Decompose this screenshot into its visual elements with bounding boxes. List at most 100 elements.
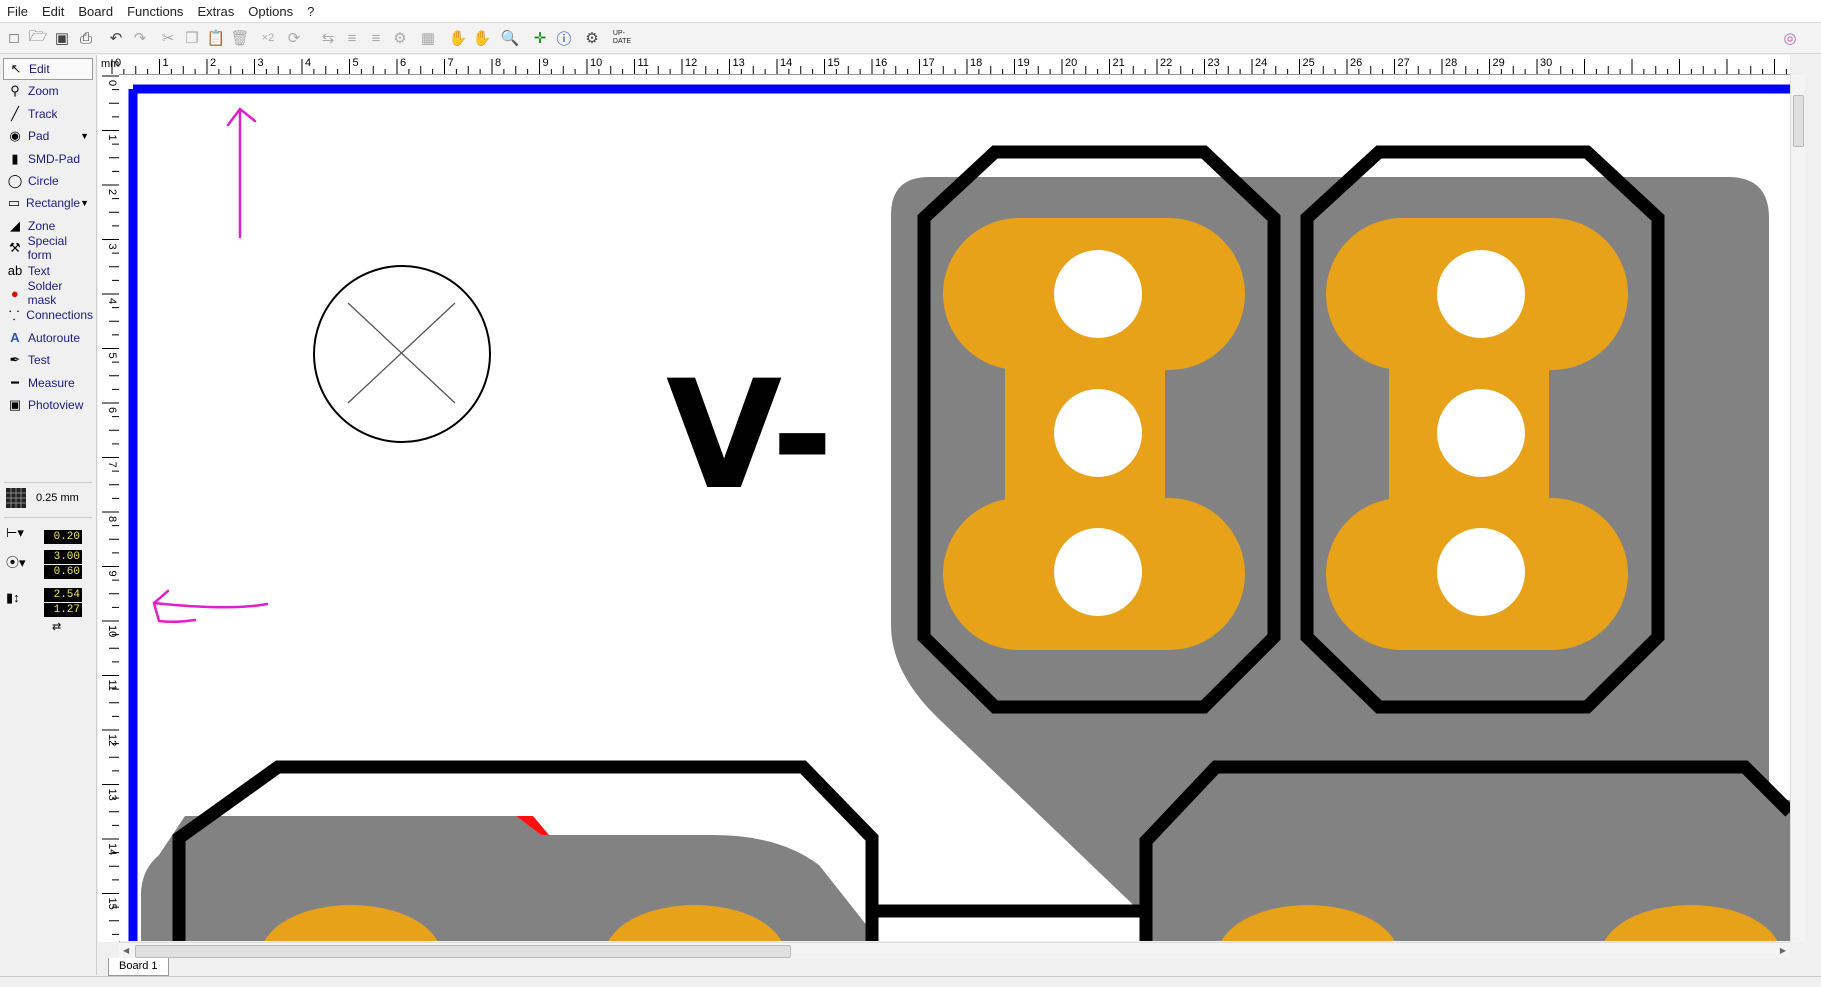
menu-functions[interactable]: Functions [120, 4, 190, 19]
horizontal-scrollbar[interactable]: ◀ ▶ [119, 942, 1790, 959]
copy-icon[interactable]: ❐ [182, 28, 202, 48]
tool-edit[interactable]: ↖ Edit [3, 58, 93, 80]
track-icon: ╱ [11, 105, 19, 121]
autoroute-icon: A [10, 330, 20, 346]
menu-extras[interactable]: Extras [190, 4, 241, 19]
vertical-scroll-thumb[interactable] [1793, 95, 1804, 147]
redo-icon[interactable]: ↷ [130, 28, 150, 48]
tab-board-1[interactable]: Board 1 [108, 958, 169, 976]
menu-edit[interactable]: Edit [35, 4, 71, 19]
tool-track[interactable]: ╱ Track [3, 103, 93, 125]
tool-special-form[interactable]: ⚒ Special form [3, 234, 93, 262]
open-folder-icon[interactable]: 🗁 [28, 28, 48, 48]
smd-height-value[interactable]: 1.27 [44, 603, 82, 617]
paste-icon[interactable]: 📋 [206, 28, 226, 48]
scroll-left-icon[interactable]: ◀ [123, 946, 129, 955]
tool-label: Connections [26, 308, 93, 323]
tool-rectangle[interactable]: ▭ Rectangle ▼ [3, 192, 93, 214]
magnifier-icon: ⚲ [10, 83, 20, 99]
ruler-label: 19 [1018, 57, 1030, 69]
tool-smd-pad[interactable]: ▮ SMD-Pad [3, 148, 93, 170]
component-icon[interactable]: ⚙ [582, 28, 602, 48]
smd-size-icon: ▮↕ [6, 590, 20, 605]
tool-connections[interactable]: ⸪ Connections [3, 304, 93, 326]
unlock-icon[interactable]: ✋ [472, 28, 492, 48]
new-file-icon[interactable]: □ [4, 28, 24, 48]
ruler-label: 2 [106, 189, 118, 195]
track-width-value[interactable]: 0.20 [44, 530, 82, 544]
tool-pad[interactable]: ◉ Pad ▼ [3, 125, 93, 147]
info-icon[interactable]: ⓘ [554, 28, 574, 48]
horizontal-scroll-thumb[interactable] [135, 945, 791, 958]
tool-label: Measure [28, 375, 75, 390]
ruler-label: 9 [543, 57, 549, 69]
settings-icon[interactable]: ⚙ [390, 28, 410, 48]
scroll-right-icon[interactable]: ▶ [1780, 946, 1786, 955]
cut-icon[interactable]: ✂ [158, 28, 178, 48]
save-icon[interactable]: ▣ [52, 28, 72, 48]
ruler-label: 15 [106, 898, 118, 910]
tool-autoroute[interactable]: A Autoroute [3, 327, 93, 349]
menu-board[interactable]: Board [71, 4, 120, 19]
smd-pad-icon: ▮ [11, 150, 19, 166]
zone-icon: ◢ [10, 217, 20, 233]
grid-icon[interactable] [6, 488, 26, 508]
vertical-scrollbar[interactable] [1790, 75, 1805, 942]
smd-width-value[interactable]: 2.54 [44, 588, 82, 602]
ruler-label: 0 [115, 57, 121, 69]
ruler-label: 29 [1493, 57, 1505, 69]
crosshair-icon[interactable]: ✛ [530, 28, 550, 48]
ruler-label: 8 [495, 57, 501, 69]
annotation-arrow-left [152, 589, 269, 624]
menu-options[interactable]: Options [241, 4, 300, 19]
tool-label: Edit [29, 62, 50, 76]
rotate-icon[interactable]: ⟳ [284, 28, 304, 48]
lock-icon[interactable]: ✋ [448, 28, 468, 48]
pad-inner-value[interactable]: 0.60 [44, 565, 82, 579]
distribute-icon[interactable]: ≡ [366, 28, 386, 48]
tools-panel: ↖ Edit ⚲ Zoom ╱ Track ◉ Pad ▼ ▮ SMD-Pad ◯ Circle ▭ Rec… [0, 55, 97, 975]
chevron-down-icon[interactable]: ▼ [80, 131, 89, 141]
delete-icon[interactable]: 🗑 [230, 28, 250, 48]
ruler-label: 13 [733, 57, 745, 69]
tool-label: Text [28, 263, 51, 278]
tool-photoview[interactable]: ▣ Photoview [3, 394, 93, 416]
connections-icon: ⸪ [8, 308, 20, 324]
lower-zone-left [141, 816, 879, 941]
swap-icon[interactable]: ⇄ [52, 620, 61, 633]
tool-label: Circle [28, 174, 59, 188]
tool-label: Autoroute [28, 330, 81, 345]
menu-file[interactable]: File [0, 4, 35, 19]
ruler-label: 27 [1398, 57, 1410, 69]
horizontal-ruler: mm 0 1 2 3 4 5 6 7 8 9 10 11 12 13 14 15 16 17 18 19 20 21 22 2… [98, 55, 1790, 75]
ruler-label: 9 [106, 571, 118, 577]
tool-test[interactable]: ✒ Test [3, 349, 93, 371]
ruler-label: 5 [106, 353, 118, 359]
pad-outer-value[interactable]: 3.00 [44, 550, 82, 564]
duplicate-icon[interactable]: ×2 [258, 28, 278, 48]
board-canvas[interactable]: V- [119, 75, 1790, 941]
group-icon[interactable]: ▦ [418, 28, 438, 48]
solder-mask-icon: ● [10, 285, 19, 301]
print-icon[interactable]: ⎙ [76, 28, 96, 48]
menu-help[interactable]: ? [300, 4, 321, 19]
ruler-label: 11 [638, 57, 649, 69]
tool-circle[interactable]: ◯ Circle [3, 170, 93, 192]
zoom-icon[interactable]: 🔍 [500, 28, 520, 48]
grid-size-label[interactable]: 0.25 mm [36, 492, 79, 504]
tool-solder-mask[interactable]: ● Solder mask [3, 279, 93, 307]
tool-zoom[interactable]: ⚲ Zoom [3, 80, 93, 102]
update-icon[interactable]: UP- DATE [610, 28, 634, 48]
mirror-icon[interactable]: ⇆ [318, 28, 338, 48]
ruler-label: 3 [258, 57, 264, 69]
ruler-label: 4 [106, 298, 118, 304]
circle-target-icon[interactable]: ◎ [1780, 28, 1800, 48]
tool-measure[interactable]: ━ Measure [3, 372, 93, 394]
align-icon[interactable]: ≡ [342, 28, 362, 48]
tool-label: Track [28, 106, 58, 121]
circle-icon: ◯ [7, 173, 23, 188]
undo-icon[interactable]: ↶ [106, 28, 126, 48]
chevron-down-icon[interactable]: ▼ [80, 198, 89, 208]
ruler-label: 14 [780, 57, 792, 69]
ruler-label: 4 [305, 57, 311, 69]
